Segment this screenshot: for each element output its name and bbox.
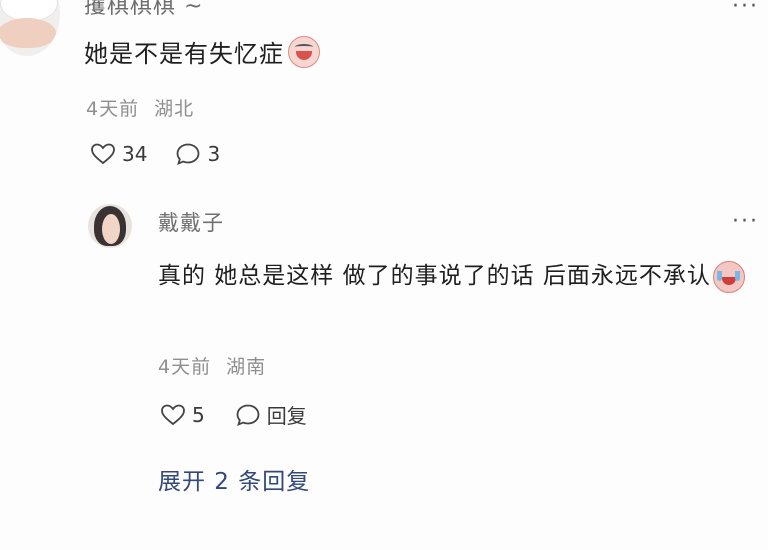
username[interactable]: 攫棋棋棋 ~: [84, 0, 203, 20]
reply-body: 真的 她总是这样 做了的事说了的话 后面永远不承认: [158, 263, 711, 289]
reply-timestamp: 4天前: [158, 356, 212, 378]
comment-thread: 攫棋棋棋 ~ ··· 她是不是有失忆症 4天前 湖北 34 3 戴戴子 ··· …: [0, 0, 768, 550]
reply-location: 湖南: [226, 356, 267, 378]
reply-text: 真的 她总是这样 做了的事说了的话 后面永远不承认: [158, 254, 758, 298]
comment-actions: 34 3: [90, 142, 220, 166]
timestamp: 4天前: [86, 98, 140, 120]
speech-bubble-icon: [177, 143, 200, 166]
more-options-button[interactable]: ···: [732, 0, 759, 19]
like-count: 34: [122, 142, 148, 166]
avatar[interactable]: [0, 0, 60, 56]
comment-count: 3: [207, 142, 221, 166]
reply-like-button[interactable]: 5: [160, 403, 205, 427]
reply-actions: 5 回复: [160, 400, 307, 429]
reply-like-count: 5: [192, 402, 205, 427]
sobbing-face-icon: [712, 260, 745, 293]
reply-meta: 4天前 湖南: [158, 352, 266, 379]
comment-body: 她是不是有失忆症: [84, 40, 284, 68]
expand-replies-button[interactable]: 展开 2 条回复: [158, 462, 310, 496]
heart-icon: [161, 404, 185, 425]
crying-face-icon: [288, 35, 320, 68]
comment-text: 她是不是有失忆症: [84, 34, 320, 69]
speech-bubble-icon: [236, 404, 260, 426]
heart-icon: [91, 143, 115, 165]
avatar-face: [0, 18, 56, 48]
reply-button-label: 回复: [266, 404, 307, 428]
reply-button[interactable]: 回复: [235, 400, 307, 429]
avatar-face: [102, 214, 120, 244]
comment-meta: 4天前 湖北: [86, 94, 194, 121]
like-button[interactable]: 34: [90, 142, 147, 166]
comment-button[interactable]: 3: [175, 142, 220, 166]
reply-avatar[interactable]: [88, 204, 132, 248]
reply-more-options-button[interactable]: ···: [732, 209, 759, 234]
reply-username[interactable]: 戴戴子: [158, 207, 224, 237]
location: 湖北: [154, 98, 195, 120]
